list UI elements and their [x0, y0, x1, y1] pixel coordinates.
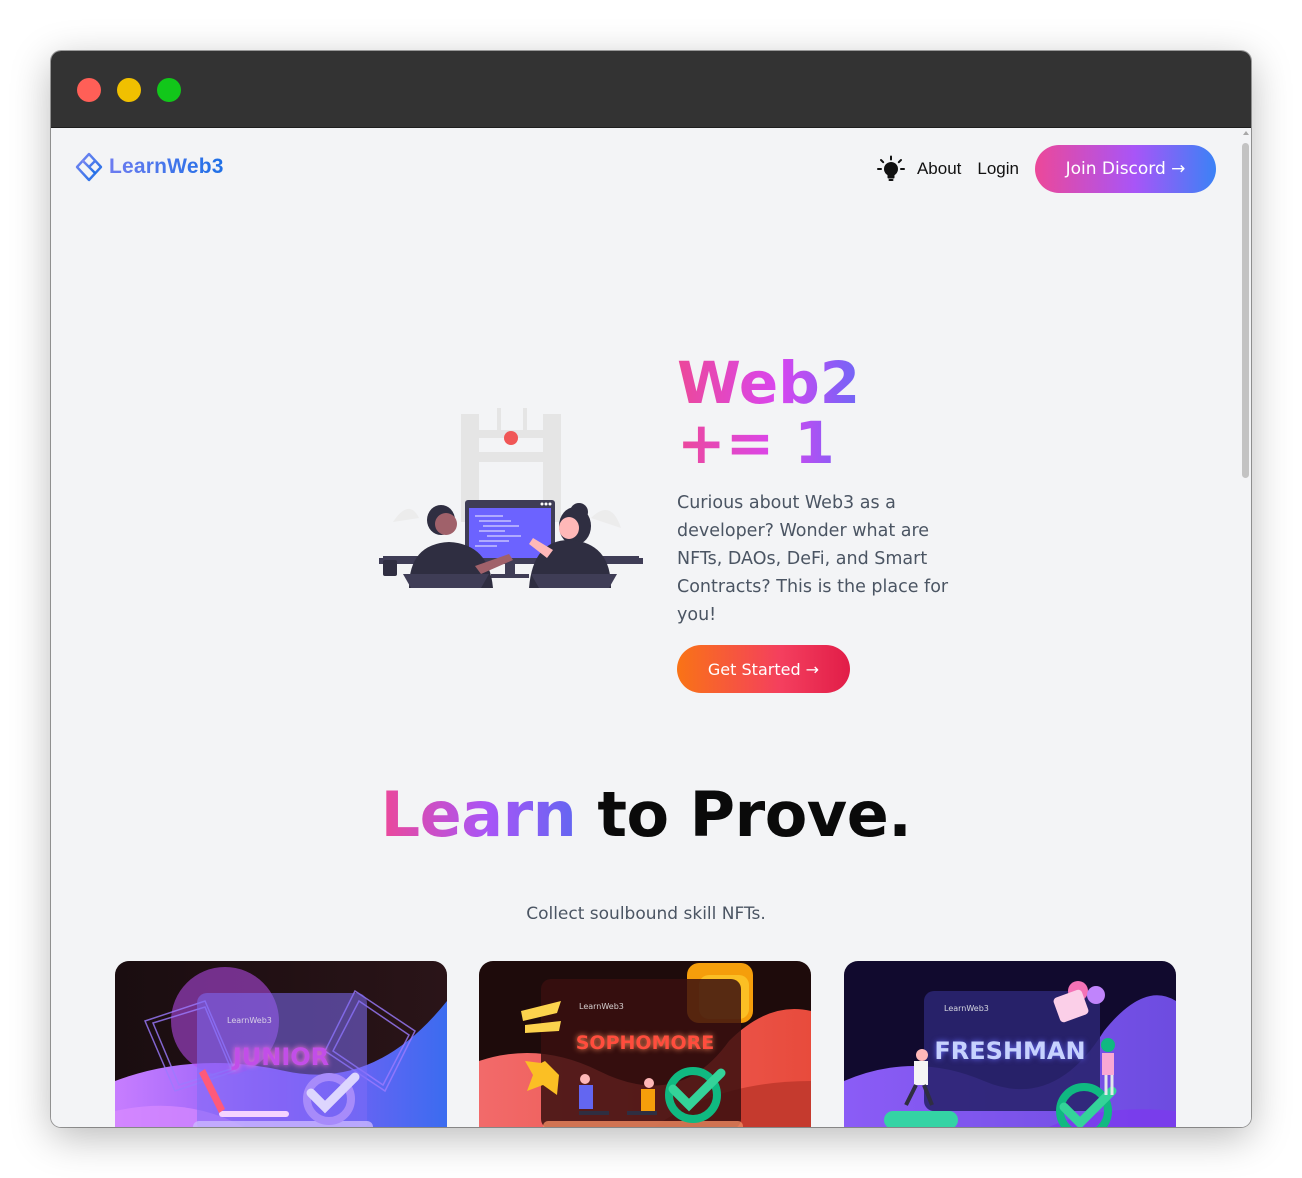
freshman-card-label: FRESHMAN [934, 1037, 1086, 1065]
nav-link-about[interactable]: About [917, 159, 961, 179]
join-discord-button[interactable]: Join Discord → [1035, 145, 1216, 193]
top-nav: About Login Join Discord → [876, 145, 1216, 193]
junior-card-label: JUNIOR [232, 1043, 330, 1071]
hero-title: Web2 += 1 [677, 353, 967, 473]
browser-window: LearnWeb3 About Login Join Discord → Web… [51, 51, 1251, 1127]
hero-text-block: Web2 += 1 Curious about Web3 as a develo… [677, 353, 967, 693]
junior-card-badge: LearnWeb3 [227, 1016, 272, 1025]
title-bar [51, 51, 1251, 128]
close-window-button[interactable] [77, 78, 101, 102]
minimize-window-button[interactable] [117, 78, 141, 102]
learnweb3-logo-icon [75, 152, 103, 182]
logo-text: LearnWeb3 [109, 155, 224, 178]
section-title-rest: to Prove. [576, 778, 912, 851]
section-title-accent: Learn [380, 778, 577, 851]
get-started-button[interactable]: Get Started → [677, 645, 850, 693]
nav-link-login[interactable]: Login [977, 159, 1019, 179]
nft-card-freshman[interactable]: LearnWeb3 FRESHMAN [844, 961, 1176, 1127]
hero-illustration [379, 408, 643, 588]
nft-card-sophomore[interactable]: LearnWeb3 SOPHOMORE [479, 961, 811, 1127]
nft-card-junior[interactable]: LearnWeb3 JUNIOR [115, 961, 447, 1127]
freshman-card-badge: LearnWeb3 [944, 1004, 989, 1013]
lightbulb-icon[interactable] [876, 155, 905, 183]
maximize-window-button[interactable] [157, 78, 181, 102]
scrollbar[interactable] [1241, 128, 1251, 1127]
sophomore-card-label: SOPHOMORE [575, 1032, 715, 1054]
page-viewport: LearnWeb3 About Login Join Discord → Web… [51, 128, 1251, 1127]
hero-description: Curious about Web3 as a developer? Wonde… [677, 493, 949, 625]
scroll-up-arrow-icon[interactable] [1243, 131, 1249, 135]
logo-link[interactable]: LearnWeb3 [75, 152, 224, 182]
scrollbar-thumb[interactable] [1242, 143, 1249, 478]
sophomore-card-badge: LearnWeb3 [579, 1002, 624, 1011]
section-subtitle: Collect soulbound skill NFTs. [526, 904, 766, 924]
section-title: Learn to Prove. [51, 778, 1241, 851]
